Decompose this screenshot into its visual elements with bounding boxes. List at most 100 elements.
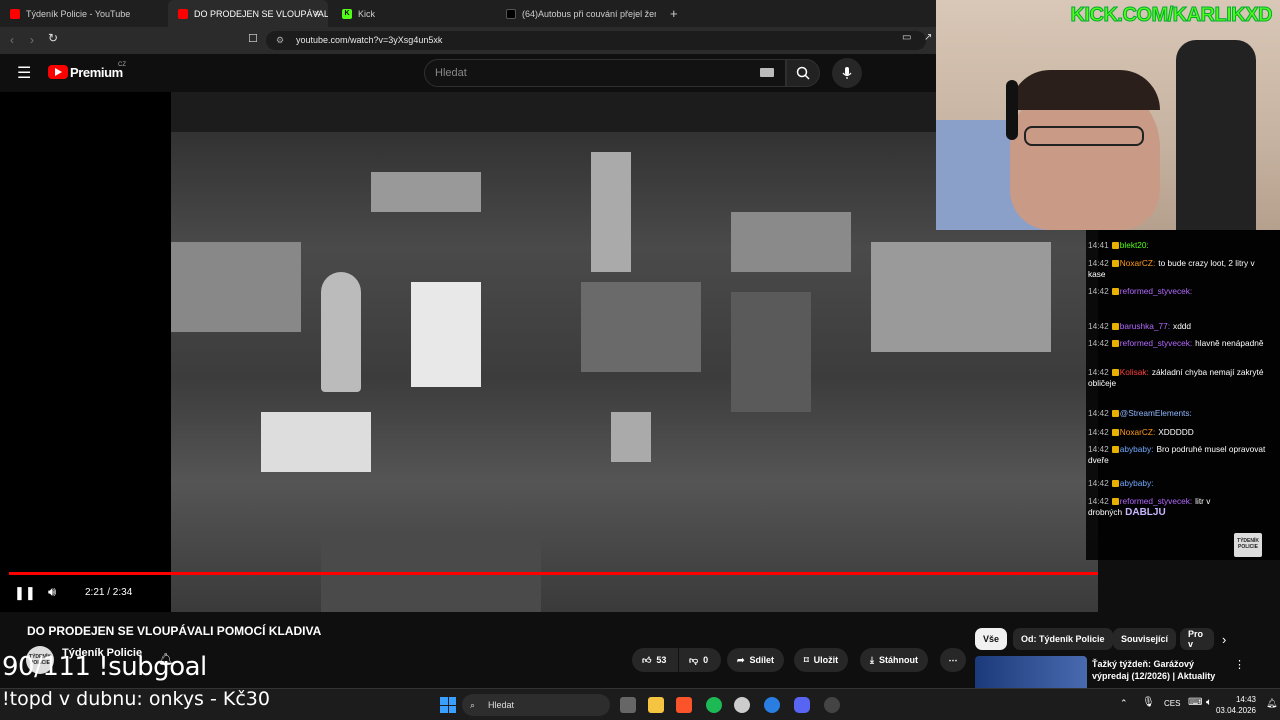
more-actions-button[interactable]: ⋯ xyxy=(940,648,966,672)
taskbar-search[interactable]: ⌕ Hledat xyxy=(462,694,610,716)
bookmark-icon[interactable]: ☐ xyxy=(248,32,258,45)
topd-overlay: !topd v dubnu: onkys - Kč30 xyxy=(2,688,270,710)
chat-badge-icon xyxy=(1111,429,1119,436)
chip-from-channel[interactable]: Od: Týdeník Policie xyxy=(1013,628,1113,650)
clock-time: 14:43 xyxy=(1235,695,1256,704)
chat-badge-icon xyxy=(1111,410,1119,417)
app-icon[interactable] xyxy=(734,697,750,713)
spotify-icon[interactable] xyxy=(706,697,722,713)
chat-badge-icon xyxy=(1111,480,1119,487)
new-tab-button[interactable]: + xyxy=(660,0,680,27)
url-field[interactable]: ⚙ youtube.com/watch?v=3yXsg4un5xk xyxy=(266,31,926,50)
discord-icon[interactable] xyxy=(794,697,810,713)
search-icon: ⌕ xyxy=(470,700,476,710)
chat-message: 14:42 abybaby: Bro podruhé musel opravovat… xyxy=(1088,444,1272,466)
chat-badge-icon xyxy=(1111,369,1119,376)
file-explorer-icon[interactable] xyxy=(648,697,664,713)
site-settings-icon[interactable]: ⚙ xyxy=(276,31,284,50)
chat-timestamp: 14:42 xyxy=(1088,258,1109,268)
chat-username[interactable]: abybaby: xyxy=(1120,444,1154,454)
tab-close-icon[interactable]: × xyxy=(314,8,320,20)
language-indicator[interactable]: CES xyxy=(1164,699,1180,708)
bookmark-save-icon: ⌑ xyxy=(804,654,809,665)
save-button[interactable]: ⌑ Uložit xyxy=(794,648,849,672)
brave-browser-icon[interactable] xyxy=(676,697,692,713)
chat-message: 14:42 NoxarCZ: to bude crazy loot, 2 litry… xyxy=(1088,258,1272,280)
share-button[interactable]: ➦ Sdílet xyxy=(727,648,785,672)
url-text: youtube.com/watch?v=3yXsg4un5xk xyxy=(296,35,443,45)
chat-badge-icon xyxy=(1111,498,1119,505)
youtube-logo-icon[interactable] xyxy=(48,65,68,79)
chip-related[interactable]: Související xyxy=(1113,628,1177,650)
progress-bar[interactable] xyxy=(9,572,1098,575)
menu-icon[interactable]: ☰ xyxy=(17,63,31,83)
webcam-overlay: KICK.COM/KARLIKXD xyxy=(936,0,1280,230)
chip-all[interactable]: Vše xyxy=(975,628,1008,650)
kick-favicon-icon: K xyxy=(342,8,352,19)
pause-icon[interactable]: ❚❚ xyxy=(14,585,36,601)
chat-badge-icon xyxy=(1111,446,1119,453)
share-page-icon[interactable]: ↗ xyxy=(924,32,932,43)
chat-username[interactable]: NoxarCZ: xyxy=(1120,427,1156,437)
time-display: 2:21 / 2:34 xyxy=(85,587,133,598)
download-icon: ⤓ xyxy=(870,654,874,665)
tab-kick[interactable]: K Kick xyxy=(332,0,492,27)
chat-timestamp: 14:42 xyxy=(1088,478,1109,488)
video-player[interactable]: ❚❚ 🔊︎ 2:21 / 2:34 ▤ ⚙ ▣ ⛶ xyxy=(0,92,1098,612)
microphone-tray-icon[interactable]: 🎙︎ xyxy=(1142,697,1155,708)
youtube-favicon-icon xyxy=(10,8,20,19)
dislike-button[interactable]: 👎︎ 0 xyxy=(679,648,721,672)
notification-bell-icon[interactable]: 🔔︎ xyxy=(1266,698,1277,709)
clock[interactable]: 14:43 03.04.2026 xyxy=(1216,694,1256,716)
chat-username[interactable]: blekt20: xyxy=(1120,240,1149,250)
volume-icon[interactable]: 🔊︎ xyxy=(48,584,56,600)
chat-timestamp: 14:42 xyxy=(1088,321,1109,331)
tab-label: DO PRODEJEN SE VLOUPÁVALI P xyxy=(194,8,328,19)
chat-timestamp: 14:42 xyxy=(1088,444,1109,454)
logo-region: CZ xyxy=(118,62,126,68)
reload-icon[interactable]: ↻ xyxy=(48,31,58,45)
chat-username[interactable]: NoxarCZ: xyxy=(1120,258,1156,268)
download-button[interactable]: ⤓ Stáhnout xyxy=(860,648,928,672)
obs-icon[interactable] xyxy=(824,697,840,713)
chat-username[interactable]: @StreamElements: xyxy=(1120,408,1192,418)
voice-search-button[interactable] xyxy=(832,58,862,88)
taskbar-search-label: Hledat xyxy=(488,700,515,710)
youtube-logo-text[interactable]: Premium xyxy=(70,65,123,80)
chat-message: 14:42 @StreamElements: xyxy=(1088,408,1272,419)
tab-tydenik-policie[interactable]: Týdeník Policie - YouTube xyxy=(0,0,165,27)
gaming-chair xyxy=(1176,40,1256,230)
chat-username[interactable]: reformed_styvecek: xyxy=(1120,338,1192,348)
keyboard-icon[interactable] xyxy=(760,68,774,77)
tab-autobus[interactable]: (64)Autobus při couvání přejel ženu, xyxy=(496,0,656,27)
chat-username[interactable]: reformed_styvecek: xyxy=(1120,496,1192,506)
next-video-title[interactable]: Ťažký týždeň: Garážový výpredaj (12/2026… xyxy=(1092,658,1232,682)
chips-next-icon[interactable]: › xyxy=(1222,632,1226,647)
tray-chevron-icon[interactable]: ⌃ xyxy=(1120,698,1128,709)
search-input[interactable]: Hledat xyxy=(424,59,786,87)
chat-username[interactable]: abybaby: xyxy=(1120,478,1154,488)
chat-message: 14:42 reformed_styvecek: litr v drobných DA… xyxy=(1088,496,1272,518)
tab-video[interactable]: DO PRODEJEN SE VLOUPÁVALI P × xyxy=(168,0,328,27)
tab-label: Týdeník Policie - YouTube xyxy=(26,8,131,19)
chat-message: 14:42 reformed_styvecek: xyxy=(1088,286,1272,297)
chat-username[interactable]: Kolisak: xyxy=(1120,367,1149,377)
speaker-icon[interactable]: 🔈︎ xyxy=(1206,697,1212,708)
browser-icon[interactable] xyxy=(764,697,780,713)
start-icon[interactable] xyxy=(440,697,456,713)
like-button[interactable]: 👍︎ 53 xyxy=(632,648,678,672)
chat-username[interactable]: barushka_77: xyxy=(1120,321,1170,331)
chip-for-you[interactable]: Pro v xyxy=(1180,628,1214,650)
next-video-thumbnail[interactable] xyxy=(975,656,1087,692)
task-view-icon[interactable] xyxy=(620,697,636,713)
chat-badge-icon xyxy=(1111,242,1119,249)
chat-username[interactable]: reformed_styvecek: xyxy=(1120,286,1192,296)
next-video-menu-icon[interactable]: ⋮ xyxy=(1234,658,1245,671)
forward-icon[interactable]: › xyxy=(30,33,34,47)
chat-timestamp: 14:41 xyxy=(1088,240,1109,250)
back-icon[interactable]: ‹ xyxy=(10,33,14,47)
search-button[interactable] xyxy=(786,59,820,87)
chat-message: 14:42 barushka_77: xddd xyxy=(1088,321,1272,332)
pip-icon[interactable]: ▭ xyxy=(902,32,911,43)
network-icon[interactable]: ⌨ xyxy=(1188,697,1202,708)
